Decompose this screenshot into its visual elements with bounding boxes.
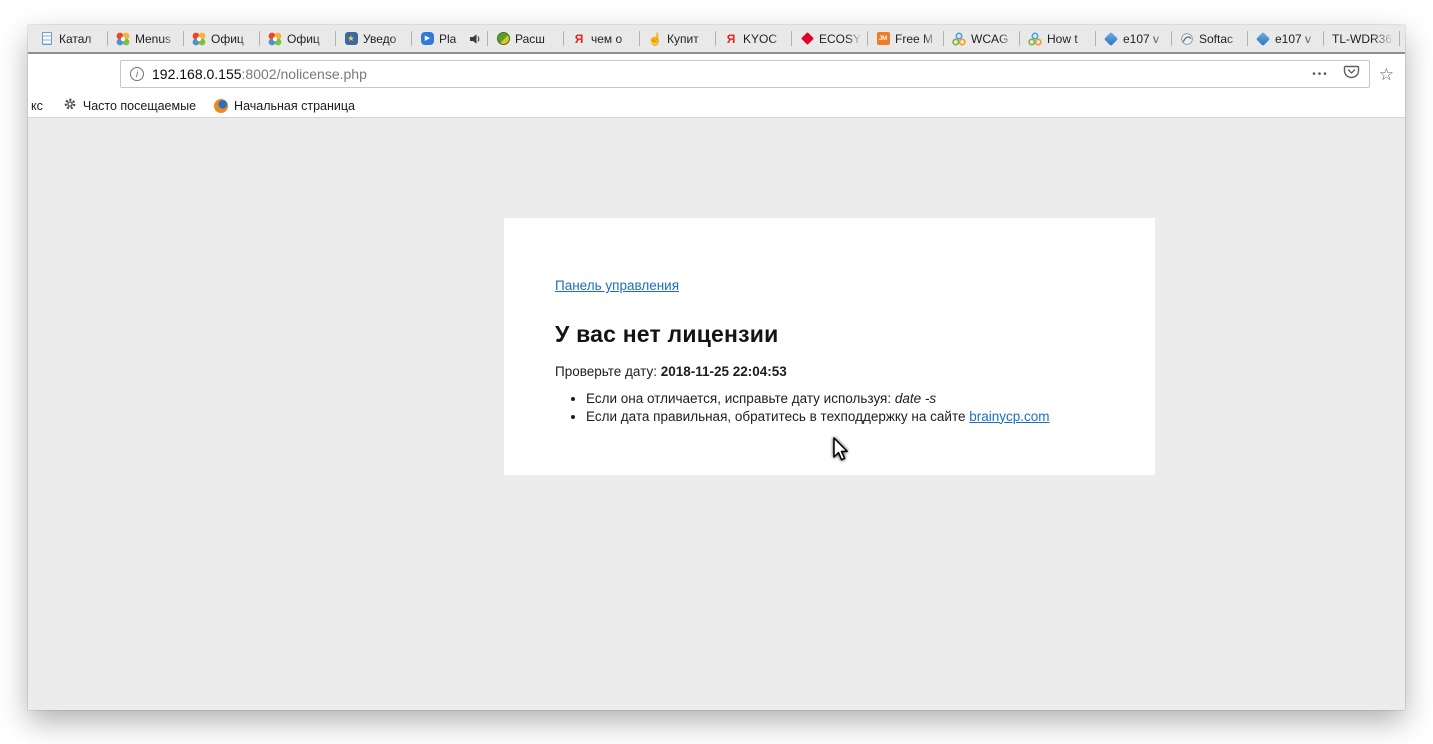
tab-kupit[interactable]: ☝ Купит	[640, 25, 716, 52]
bookmark-item-frequent[interactable]: Часто посещаемые	[61, 97, 198, 114]
softaculous-icon	[1180, 32, 1194, 46]
url-text: 192.168.0.155:8002/nolicense.php	[152, 66, 367, 82]
tab-label: WCAG	[971, 32, 1014, 46]
tab-label: чем о	[591, 32, 634, 46]
date-value: 2018-11-25 22:04:53	[661, 364, 787, 379]
firefox-icon	[214, 99, 228, 113]
tab-how-to[interactable]: How t	[1020, 25, 1096, 52]
e107-icon	[1256, 32, 1270, 46]
tab-free-m[interactable]: JM Free M	[868, 25, 944, 52]
bookmark-label: Начальная страница	[234, 99, 355, 113]
tab-label: Катал	[59, 32, 102, 46]
tab-label: e107 v	[1123, 32, 1166, 46]
page-content: Панель управления У вас нет лицензии Про…	[28, 118, 1405, 710]
tab-label: How t	[1047, 32, 1090, 46]
page-actions-icon[interactable]: •••	[1312, 69, 1329, 80]
site-info-icon[interactable]: i	[130, 67, 144, 81]
url-host: 192.168.0.155	[152, 66, 242, 82]
date-command: date -s	[895, 391, 936, 406]
tab-katalog[interactable]: Катал	[32, 25, 108, 52]
tab-label: Расш	[515, 32, 558, 46]
tab-kyoc[interactable]: Я KYOC	[716, 25, 792, 52]
bookmark-item-truncated[interactable]: кс	[29, 99, 45, 113]
tab-play[interactable]: ▶ Pla	[412, 25, 488, 52]
circles-icon	[952, 32, 966, 46]
tab-ofic-1[interactable]: Офиц	[184, 25, 260, 52]
brainycp-link[interactable]: brainycp.com	[969, 409, 1049, 424]
badge-star-icon: ★	[344, 32, 358, 46]
list-item: Если дата правильная, обратитесь в техпо…	[586, 408, 1105, 426]
tab-label: ECOSY	[819, 32, 862, 46]
joomla-icon	[116, 32, 130, 46]
page-title: У вас нет лицензии	[555, 321, 1105, 348]
tab-label: Офиц	[211, 32, 254, 46]
jm-icon: JM	[876, 32, 890, 46]
browser-window: Катал Menus Офиц Офиц ★ Уведо	[28, 25, 1405, 710]
license-error-card: Панель управления У вас нет лицензии Про…	[504, 218, 1155, 475]
bookmarks-bar: кс Часто посещаемые Начальная страница	[28, 94, 1405, 118]
list-item: Если она отличается, исправьте дату испо…	[586, 390, 1105, 408]
bookmark-label: Часто посещаемые	[83, 99, 196, 113]
tab-strip: Катал Menus Офиц Офиц ★ Уведо	[28, 25, 1405, 54]
tab-menus[interactable]: Menus	[108, 25, 184, 52]
tab-ecosys[interactable]: ECOSY	[792, 25, 868, 52]
kyocera-icon	[800, 32, 814, 46]
circles-icon	[1028, 32, 1042, 46]
tab-tl-wdr[interactable]: TL-WDR36	[1324, 25, 1400, 52]
tab-label: KYOC	[743, 32, 786, 46]
hand-pointer-icon: ☝	[648, 32, 662, 46]
yandex-icon: Я	[724, 32, 738, 46]
e107-icon	[1104, 32, 1118, 46]
url-path: :8002/nolicense.php	[242, 66, 367, 82]
document-icon	[40, 32, 54, 46]
tab-label: TL-WDR36	[1332, 32, 1394, 46]
joomla-icon	[192, 32, 206, 46]
check-date-line: Проверьте дату: 2018-11-25 22:04:53	[555, 364, 1105, 379]
bookmark-item-home[interactable]: Начальная страница	[212, 99, 357, 113]
pocket-icon[interactable]	[1343, 63, 1360, 85]
instructions-list: Если она отличается, исправьте дату испо…	[555, 390, 1105, 425]
tab-rassh[interactable]: Расш	[488, 25, 564, 52]
tab-label: Menus	[135, 32, 178, 46]
tab-uvedo[interactable]: ★ Уведо	[336, 25, 412, 52]
joomla-icon	[268, 32, 282, 46]
yandex-icon: Я	[572, 32, 586, 46]
extension-icon	[496, 32, 510, 46]
tab-ofic-2[interactable]: Офиц	[260, 25, 336, 52]
tab-label: e107 v	[1275, 32, 1318, 46]
bookmark-star-icon[interactable]: ☆	[1379, 66, 1394, 83]
tab-e107-2[interactable]: e107 v	[1248, 25, 1324, 52]
tab-label: Softac	[1199, 32, 1242, 46]
gear-icon	[63, 97, 77, 114]
tab-label: Офиц	[287, 32, 330, 46]
control-panel-link[interactable]: Панель управления	[555, 278, 679, 293]
urlbar-actions: •••	[1312, 63, 1360, 85]
tab-e107-1[interactable]: e107 v	[1096, 25, 1172, 52]
tab-softaculous[interactable]: Softac	[1172, 25, 1248, 52]
tab-label: Free M	[895, 32, 938, 46]
play-icon: ▶	[420, 32, 434, 46]
tab-label: Купит	[667, 32, 710, 46]
tab-label: Pla	[439, 32, 463, 46]
tab-label: Уведо	[363, 32, 406, 46]
url-bar[interactable]: i 192.168.0.155:8002/nolicense.php •••	[120, 60, 1370, 88]
tab-audio-icon[interactable]	[468, 32, 482, 46]
tab-wcag[interactable]: WCAG	[944, 25, 1020, 52]
navigation-toolbar: i 192.168.0.155:8002/nolicense.php ••• ☆	[28, 54, 1405, 94]
tab-chem[interactable]: Я чем о	[564, 25, 640, 52]
